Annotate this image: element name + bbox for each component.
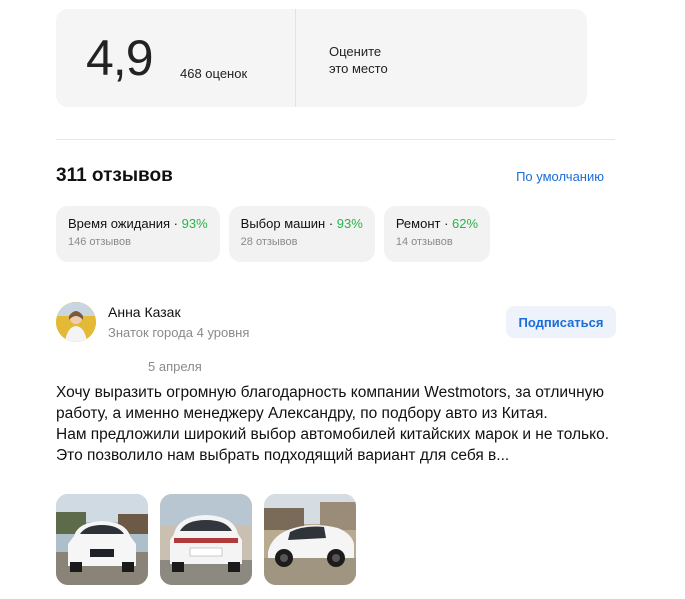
author-level: Знаток города 4 уровня: [108, 325, 250, 340]
aspect-name: Время ожидания: [68, 216, 171, 231]
aspect-count: 28 отзывов: [240, 236, 298, 248]
avatar-photo-icon: [56, 302, 96, 342]
aspect-name: Ремонт: [395, 216, 441, 231]
author-name[interactable]: Анна Казак: [108, 304, 181, 320]
rating-count: 468 оценок: [180, 66, 248, 81]
review-photo[interactable]: [56, 494, 148, 585]
aspect-percent: 62%: [452, 216, 479, 231]
review-photos: [56, 494, 356, 585]
reviews-count-title: 311 отзывов: [56, 165, 173, 186]
aspect-percent: 93%: [336, 216, 363, 231]
review-date: 5 апреля: [148, 359, 202, 374]
aspect-count: 14 отзывов: [395, 236, 453, 248]
aspect-chip-car-choice[interactable]: Выбор машин · 93% 28 отзывов: [228, 206, 375, 262]
aspect-chip-title: Время ожидания · 93%: [68, 216, 208, 231]
avatar[interactable]: [56, 302, 96, 342]
aspect-count: 146 отзывов: [68, 236, 131, 248]
car-side-photo-icon: [264, 494, 356, 585]
review-photo[interactable]: [264, 494, 356, 585]
aspect-name: Выбор машин: [240, 216, 326, 231]
subscribe-button[interactable]: Подписаться: [506, 306, 616, 338]
rate-place-button[interactable]: Оцените это место: [329, 43, 388, 77]
divider: [295, 9, 296, 107]
aspect-chip-waiting-time[interactable]: Время ожидания · 93% 146 отзывов: [56, 206, 220, 262]
aspect-chip-repair[interactable]: Ремонт · 62% 14 отзывов: [383, 206, 491, 262]
aspect-percent: 93%: [181, 216, 208, 231]
review-text[interactable]: Хочу выразить огромную благодарность ком…: [56, 382, 616, 466]
section-divider: [56, 139, 615, 140]
aspect-chips: Время ожидания · 93% 146 отзывов Выбор м…: [56, 206, 491, 262]
rating-value: 4,9: [86, 30, 154, 86]
car-rear-photo-icon: [160, 494, 252, 585]
review-paragraph: Нам предложили широкий выбор автомобилей…: [56, 426, 610, 464]
review-photo[interactable]: [160, 494, 252, 585]
car-front-photo-icon: [56, 494, 148, 585]
sort-dropdown[interactable]: По умолчанию: [516, 169, 604, 184]
aspect-chip-title: Выбор машин · 93%: [240, 216, 363, 231]
rating-card: 4,9 468 оценок Оцените это место: [56, 9, 587, 107]
aspect-chip-title: Ремонт · 62%: [395, 216, 479, 231]
review-paragraph: Хочу выразить огромную благодарность ком…: [56, 384, 605, 422]
